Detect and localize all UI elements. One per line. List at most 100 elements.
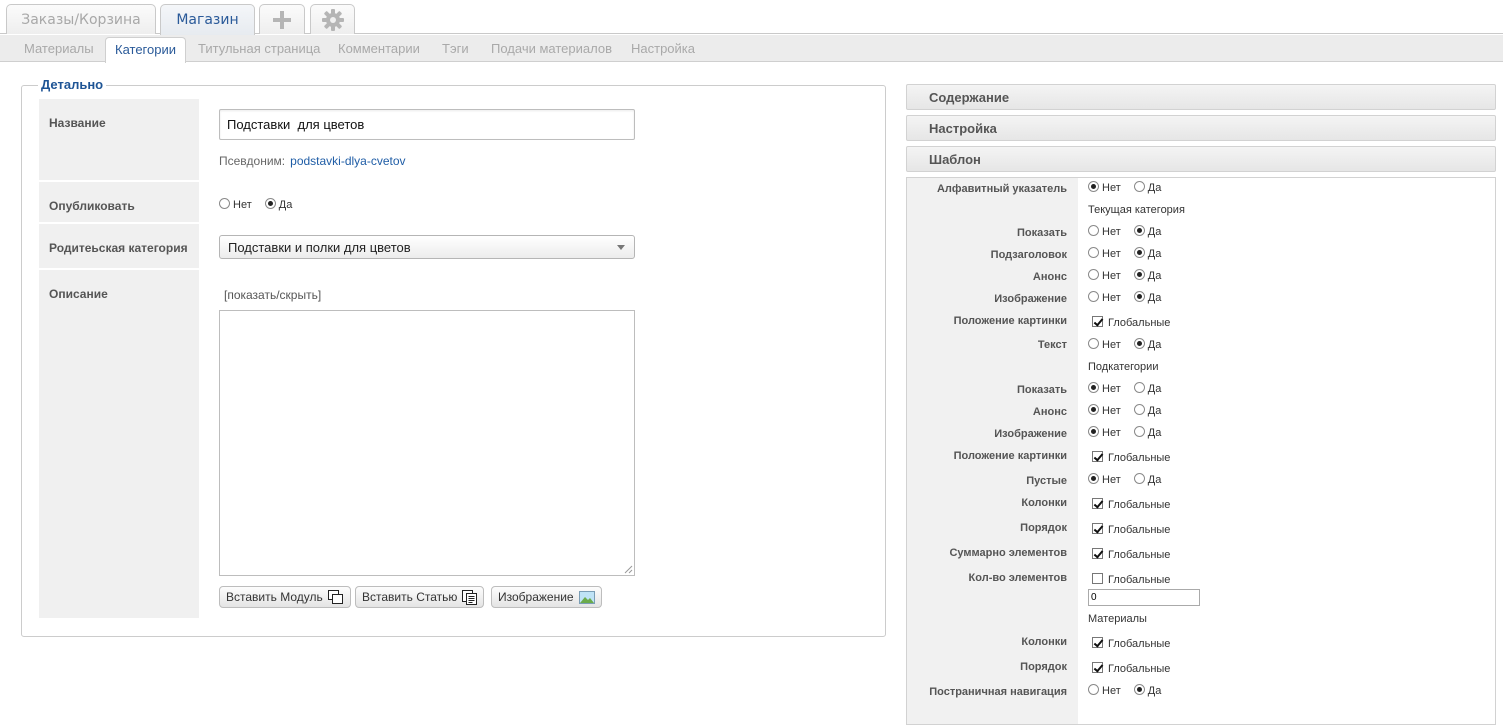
mat-columns-checkbox[interactable]: [1092, 637, 1103, 648]
subtab-settings[interactable]: Настройка: [631, 41, 695, 56]
mat-pagination-radio-group: Нет Да: [1088, 684, 1171, 697]
tab-orders-cart[interactable]: Заказы/Корзина: [6, 4, 156, 34]
section-template-header[interactable]: Шаблон: [906, 146, 1496, 172]
mat-order-checkbox[interactable]: [1092, 662, 1103, 673]
cur-subtitle-no-radio[interactable]: [1088, 247, 1099, 258]
cur-image-position-checkbox-group: Глобальные: [1092, 316, 1170, 329]
sub-show-yes-radio[interactable]: [1133, 382, 1145, 393]
sub-total-items-checkbox[interactable]: [1092, 548, 1103, 559]
global-text: Глобальные: [1108, 663, 1171, 675]
sub-items-count-checkbox[interactable]: [1092, 573, 1103, 584]
cur-text-yes-radio[interactable]: [1133, 338, 1145, 349]
subtab-comments[interactable]: Комментарии: [338, 41, 420, 56]
opt-yes-text: Да: [1147, 226, 1162, 238]
mat-columns-label: Колонки: [1021, 636, 1067, 648]
opt-no-text: Нет: [1102, 427, 1121, 439]
insert-module-label: Вставить Модуль: [226, 590, 323, 604]
resize-grip-icon[interactable]: [624, 565, 633, 574]
cur-image-position-checkbox[interactable]: [1092, 316, 1103, 327]
sub-announce-label: Анонс: [1032, 406, 1067, 418]
opt-yes-text: Да: [1147, 339, 1162, 351]
subtab-categories[interactable]: Категории: [105, 37, 186, 63]
sub-empty-no-radio[interactable]: [1088, 473, 1099, 484]
sub-image-yes-radio[interactable]: [1133, 426, 1145, 437]
cur-announce-radio-group: Нет Да: [1088, 269, 1171, 282]
opt-yes-text: Да: [1147, 427, 1162, 439]
cur-announce-yes-radio[interactable]: [1133, 269, 1145, 280]
cur-subtitle-yes-radio[interactable]: [1133, 247, 1145, 258]
subtab-materials[interactable]: Материалы: [24, 41, 94, 56]
row-divider: [39, 222, 199, 224]
details-label-column: [39, 99, 199, 618]
tab-shop[interactable]: Магазин: [160, 4, 255, 35]
section-content-header[interactable]: Содержание: [906, 84, 1496, 110]
tab-shop-label: Магазин: [176, 12, 239, 28]
sub-announce-no-radio[interactable]: [1088, 404, 1099, 415]
parent-category-select[interactable]: Подставки и полки для цветов: [219, 235, 635, 259]
mat-pagination-no-radio[interactable]: [1088, 684, 1099, 695]
sub-announce-yes-radio[interactable]: [1133, 404, 1145, 415]
sub-image-no-radio[interactable]: [1088, 426, 1099, 437]
current-category-heading: Текущая категория: [1088, 204, 1185, 216]
row-divider: [39, 268, 199, 270]
sub-order-checkbox[interactable]: [1092, 523, 1103, 534]
show-hide-toggle[interactable]: [показать/скрыть]: [224, 288, 321, 302]
publish-yes-text: Да: [278, 199, 293, 211]
sub-show-no-radio[interactable]: [1088, 382, 1099, 393]
sub-empty-yes-radio[interactable]: [1133, 473, 1145, 484]
sub-show-label: Показать: [1017, 384, 1067, 396]
items-count-input[interactable]: [1088, 589, 1200, 606]
opt-yes-text: Да: [1147, 405, 1162, 417]
section-settings-header[interactable]: Настройка: [906, 115, 1496, 141]
plus-icon: [272, 10, 292, 30]
publish-no-option[interactable]: Нет: [219, 198, 252, 211]
alphabet-label: Алфавитный указатель: [936, 183, 1067, 195]
opt-yes-text: Да: [1147, 182, 1162, 194]
alias-link[interactable]: podstavki-dlya-cvetov: [290, 154, 405, 168]
mat-columns-checkbox-group: Глобальные: [1092, 637, 1170, 650]
publish-yes-option[interactable]: Да: [264, 198, 293, 211]
cur-announce-no-radio[interactable]: [1088, 269, 1099, 280]
insert-module-button[interactable]: Вставить Модуль: [219, 586, 351, 608]
cur-text-radio-group: Нет Да: [1088, 338, 1171, 351]
sub-image-position-checkbox[interactable]: [1092, 451, 1103, 462]
top-tab-bar: Заказы/Корзина Магазин: [0, 0, 1503, 35]
section-template-title: Шаблон: [929, 152, 981, 167]
parent-category-label: Родитеьская категория: [49, 241, 188, 255]
opt-yes-text: Да: [1147, 248, 1162, 260]
subtab-tags[interactable]: Тэги: [442, 41, 469, 56]
description-textarea[interactable]: [219, 310, 635, 576]
materials-heading: Материалы: [1088, 613, 1147, 625]
mat-pagination-yes-radio[interactable]: [1133, 684, 1145, 695]
opt-yes-text: Да: [1147, 685, 1162, 697]
sub-items-count-label: Кол-во элементов: [968, 572, 1067, 584]
sub-order-label: Порядок: [1020, 522, 1067, 534]
add-tab-button[interactable]: [259, 4, 305, 34]
cur-text-no-radio[interactable]: [1088, 338, 1099, 349]
cur-show-yes-radio[interactable]: [1133, 225, 1145, 236]
sub-total-items-label: Суммарно элементов: [949, 547, 1067, 559]
insert-article-button[interactable]: Вставить Статью: [355, 586, 485, 608]
alphabet-yes-radio[interactable]: [1133, 181, 1145, 192]
publish-yes-radio[interactable]: [264, 198, 276, 209]
settings-tab-button[interactable]: [310, 4, 355, 34]
tab-orders-cart-label: Заказы/Корзина: [21, 11, 141, 28]
category-name-input[interactable]: [219, 109, 635, 140]
sub-columns-checkbox[interactable]: [1092, 498, 1103, 509]
description-label: Описание: [49, 287, 108, 301]
insert-image-button[interactable]: Изображение: [491, 586, 602, 608]
chevron-down-icon: [617, 245, 625, 250]
alphabet-no-radio[interactable]: [1088, 181, 1099, 192]
cur-image-no-radio[interactable]: [1088, 291, 1099, 302]
details-legend: Детально: [38, 77, 107, 92]
cur-show-no-radio[interactable]: [1088, 225, 1099, 236]
cur-subtitle-label: Подзаголовок: [990, 249, 1067, 261]
cur-text-label: Текст: [1037, 339, 1067, 351]
opt-no-text: Нет: [1102, 685, 1121, 697]
global-text: Глобальные: [1108, 317, 1171, 329]
cur-image-yes-radio[interactable]: [1133, 291, 1145, 302]
subtab-front-page[interactable]: Титульная страница: [198, 41, 320, 56]
publish-no-radio[interactable]: [219, 198, 230, 209]
sub-image-label: Изображение: [994, 428, 1067, 440]
subtab-submissions[interactable]: Подачи материалов: [491, 41, 612, 56]
